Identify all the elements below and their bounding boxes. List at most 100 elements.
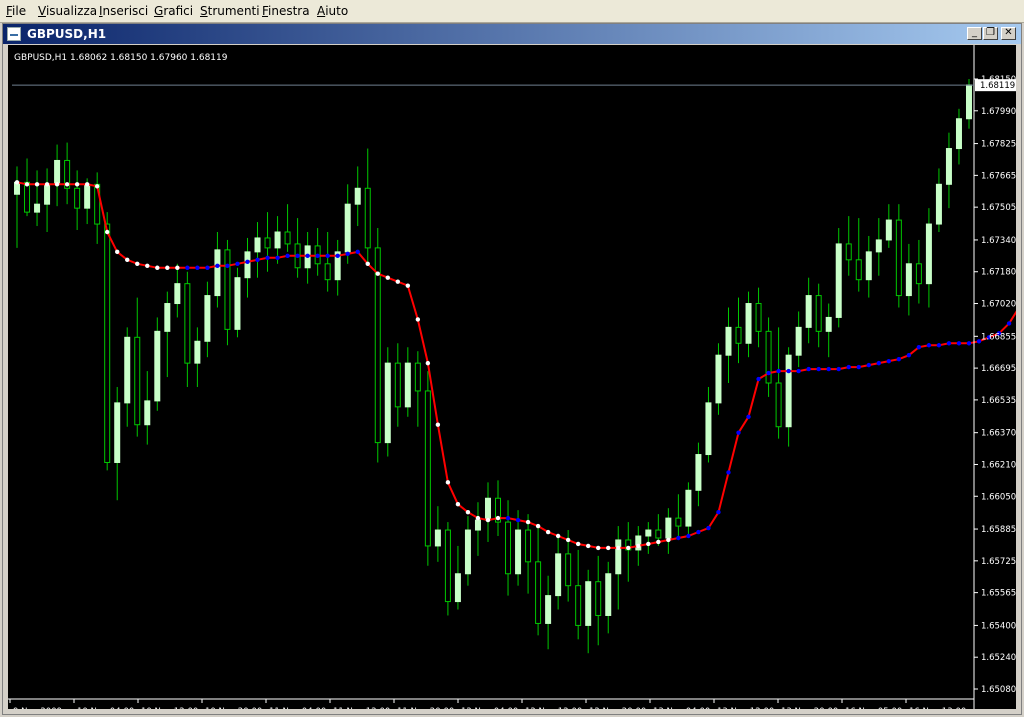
candle-body <box>795 326 802 356</box>
price-tick-label: 1.66210 <box>981 460 1016 470</box>
candle-body <box>585 581 592 626</box>
ma-dot <box>385 275 390 280</box>
candle-body <box>134 336 141 426</box>
menu-inserisci[interactable]: Inserisci <box>99 4 148 18</box>
candle-body <box>505 521 512 575</box>
ma-dot <box>916 345 922 350</box>
candle-body <box>855 259 862 281</box>
ma-dot <box>696 529 701 535</box>
candle-body <box>414 362 421 392</box>
ma-dot <box>435 422 441 427</box>
ma-dot <box>596 545 601 551</box>
chart-window-icon <box>7 27 21 41</box>
menu-strumenti[interactable]: Strumenti <box>200 4 260 18</box>
ma-dot <box>565 537 571 543</box>
ma-dot <box>165 265 170 270</box>
menu-grafici[interactable]: Grafici <box>154 4 193 18</box>
ma-dot <box>14 180 20 185</box>
candle-body <box>525 529 532 563</box>
candle-body <box>484 497 491 521</box>
candle-body <box>605 573 612 616</box>
ma-dot <box>515 517 521 523</box>
candle-body <box>935 183 942 225</box>
candle-body <box>74 187 81 209</box>
menu-aiuto[interactable]: Aiuto <box>317 4 348 18</box>
candle-body <box>464 529 471 575</box>
ma-dot <box>525 519 531 525</box>
time-tick-label: 11 Nov 20:00 <box>397 707 454 709</box>
ma-dot <box>946 341 952 346</box>
restore-button[interactable]: ❐ <box>983 27 998 40</box>
ma-dot <box>445 480 451 485</box>
candle-body <box>204 295 211 342</box>
price-tick-label: 1.67990 <box>981 107 1016 117</box>
current-price-label: 1.68119 <box>980 81 1015 91</box>
candle-body <box>845 243 852 261</box>
price-tick-label: 1.67505 <box>981 203 1016 213</box>
price-tick-label: 1.67180 <box>981 268 1016 278</box>
chart-window-title: GBPUSD,H1 <box>27 27 107 41</box>
ma-dot <box>405 283 411 288</box>
candle-body <box>174 283 181 305</box>
candle-body <box>254 237 261 253</box>
chart-titlebar[interactable]: GBPUSD,H1 _ ❐ ✕ <box>3 24 1021 44</box>
candle-body <box>454 573 461 603</box>
candle-body <box>214 249 221 297</box>
ma-dot <box>135 261 140 266</box>
ma-dot <box>656 539 661 545</box>
candle-body <box>815 295 822 332</box>
ma-dot <box>205 265 210 270</box>
ma-dot <box>395 279 401 284</box>
time-tick-label: 16 Nov 05:00 <box>845 707 902 709</box>
price-tick-label: 1.67825 <box>981 140 1016 150</box>
price-tick-label: 1.66535 <box>981 396 1016 406</box>
minimize-button[interactable]: _ <box>967 27 982 40</box>
price-chart[interactable]: 1.681501.679901.678251.676651.675051.673… <box>8 45 1024 717</box>
candle-body <box>234 277 241 330</box>
candle-body <box>164 303 171 332</box>
price-tick-label: 1.65565 <box>981 589 1016 599</box>
candle-body <box>725 326 732 356</box>
close-button[interactable]: ✕ <box>1001 27 1016 40</box>
candle-body <box>44 183 51 205</box>
candle-body <box>735 326 742 344</box>
ma-dot <box>856 364 861 370</box>
ma-dot <box>185 265 190 270</box>
candle-body <box>34 203 41 213</box>
ma-dot <box>145 263 150 268</box>
ma-dot <box>255 257 260 263</box>
ma-dot <box>936 343 942 348</box>
ma-dot <box>646 541 651 547</box>
candle-body <box>695 454 702 491</box>
ma-dot <box>195 265 200 270</box>
candle-body <box>685 489 692 527</box>
ma-dot <box>756 376 761 382</box>
price-tick-label: 1.67020 <box>981 300 1016 310</box>
ma-dot <box>766 370 771 376</box>
ma-dot <box>84 182 90 187</box>
candle-body <box>875 239 882 253</box>
candle-body <box>955 118 962 150</box>
candle-body <box>284 231 291 245</box>
time-tick-label: 10 Nov 20:00 <box>205 707 262 709</box>
candlestick-chart[interactable]: 1.681501.679901.678251.676651.675051.673… <box>8 45 1024 717</box>
ma-dot <box>736 430 741 435</box>
ma-dot <box>415 317 421 322</box>
ma-dot <box>866 362 871 368</box>
ma-dot <box>896 356 902 362</box>
menu-finestra[interactable]: Finestra <box>262 4 310 18</box>
ma-dot <box>355 249 360 255</box>
candle-body <box>104 223 111 463</box>
menu-file[interactable]: File <box>6 4 26 18</box>
price-tick-label: 1.66370 <box>981 429 1016 439</box>
ma-dot <box>846 364 851 370</box>
candle-body <box>895 219 902 297</box>
menu-visualizza[interactable]: Visualizza <box>38 4 97 18</box>
candle-body <box>324 263 331 281</box>
time-tick-label: 11 Nov 12:00 <box>333 707 390 709</box>
candle-body <box>785 354 792 428</box>
candle-body <box>595 581 602 616</box>
price-tick-label: 1.66695 <box>981 364 1016 374</box>
ma-dot <box>485 517 491 523</box>
ma-dot <box>616 545 621 551</box>
